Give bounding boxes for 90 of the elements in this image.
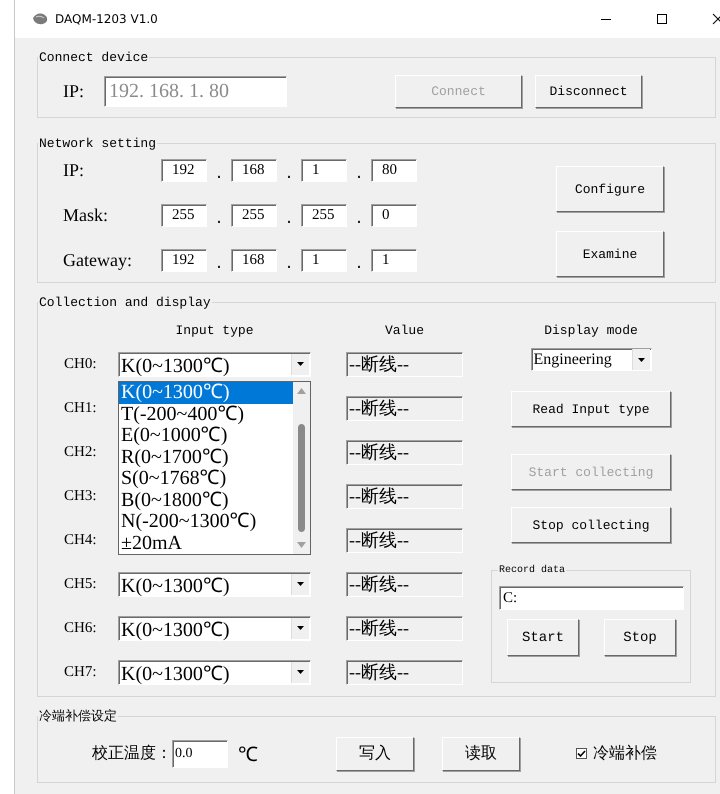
dropdown-arrow-button[interactable] <box>291 354 309 374</box>
octet-field[interactable]: 80 <box>371 158 417 182</box>
octet-field[interactable]: 168 <box>231 248 277 272</box>
input-type-dropdown[interactable]: K(0~1300℃) <box>118 352 311 376</box>
maximize-icon[interactable] <box>654 11 670 27</box>
checkbox-label: 冷端补偿 <box>593 743 657 764</box>
caret-icon <box>297 362 304 366</box>
window-title: DAQM-1203 V1.0 <box>55 12 159 26</box>
dot-separator: . <box>213 259 224 271</box>
octet-field[interactable]: 1 <box>301 158 347 182</box>
dot-separator: . <box>213 169 224 181</box>
temperature-field[interactable]: 0.0 <box>172 740 228 768</box>
dropdown-option[interactable]: T(-200~400℃) <box>119 404 293 425</box>
unit-label: ℃ <box>238 743 258 767</box>
value-field: --断线-- <box>346 484 463 508</box>
dropdown-option[interactable]: K(0~1300℃) <box>119 382 293 404</box>
channel-label: CH3: <box>63 488 98 504</box>
octet-field[interactable]: 255 <box>231 204 277 226</box>
column-header: Value <box>384 322 425 338</box>
channel-label: CH2: <box>63 444 98 460</box>
dot-separator: . <box>353 259 364 271</box>
channel-label: CH7: <box>63 664 98 680</box>
caret-icon <box>638 358 644 362</box>
caret-icon <box>297 582 304 586</box>
write-button[interactable]: 写入 <box>336 736 414 770</box>
stop-button[interactable]: Stop <box>604 619 676 656</box>
app-icon <box>31 12 49 26</box>
group-title: Record data <box>498 565 566 576</box>
column-header: Input type <box>174 322 254 338</box>
channel-label: CH1: <box>63 400 98 416</box>
dot-separator: . <box>283 259 294 271</box>
dot-separator: . <box>283 214 294 226</box>
dropdown-option[interactable]: B(0~1800℃) <box>119 490 293 511</box>
channel-label: CH4: <box>63 532 98 548</box>
dropdown-arrow-button[interactable] <box>632 349 650 370</box>
channel-label: CH5: <box>63 576 98 592</box>
value-field: --断线-- <box>346 352 463 376</box>
dropdown-option[interactable]: R(0~1700℃) <box>119 446 293 468</box>
group-title: Network setting <box>38 136 158 151</box>
dropdown-option[interactable]: E(0~1000℃) <box>119 425 293 446</box>
group-title: 冷端补偿设定 <box>38 708 118 725</box>
input-type-dropdown[interactable]: K(0~1300℃) <box>118 660 311 684</box>
ip-label: IP: <box>63 80 84 102</box>
dropdown-arrow-button[interactable] <box>291 574 309 594</box>
input-type-dropdown[interactable]: K(0~1300℃) <box>118 616 311 640</box>
dot-separator: . <box>283 169 294 181</box>
examine-button[interactable]: Examine <box>556 231 664 277</box>
read-input-type-button[interactable]: Read Input type <box>511 391 671 427</box>
octet-field[interactable]: 1 <box>371 248 417 272</box>
dropdown-option[interactable]: S(0~1768℃) <box>119 468 293 490</box>
value-field: --断线-- <box>346 528 463 552</box>
caret-icon <box>297 626 304 630</box>
dot-separator: . <box>213 214 224 226</box>
field-label: 校正温度： <box>92 743 172 764</box>
configure-button[interactable]: Configure <box>556 166 664 212</box>
octet-field[interactable]: 168 <box>231 158 277 182</box>
dropdown-option[interactable]: N(-200~1300℃) <box>119 511 293 532</box>
octet-field[interactable]: 255 <box>161 204 207 226</box>
channel-label: CH0: <box>63 356 98 372</box>
value-field: --断线-- <box>346 440 463 464</box>
value-field: --断线-- <box>346 660 463 684</box>
dropdown-arrow-button[interactable] <box>291 618 309 638</box>
field-label: IP: <box>63 160 86 180</box>
channel-label: CH6: <box>63 620 98 636</box>
field-label: Mask: <box>63 204 109 226</box>
value-field: --断线-- <box>346 572 463 596</box>
dropdown-arrow-button[interactable] <box>291 662 309 682</box>
field-label: Gateway: <box>63 250 133 270</box>
display-mode-label: Display mode <box>544 322 638 340</box>
group-title: Connect device <box>38 50 150 65</box>
start-button[interactable]: Start <box>507 619 579 656</box>
value-field: --断线-- <box>346 396 463 420</box>
disconnect-button[interactable]: Disconnect <box>535 74 642 108</box>
octet-field[interactable]: 255 <box>301 204 347 226</box>
group-title: Collection and display <box>38 295 212 310</box>
dot-separator: . <box>353 169 364 181</box>
dot-separator: . <box>353 214 364 226</box>
dropdown-option[interactable]: ±20mA <box>119 532 293 554</box>
display-mode-dropdown[interactable]: Engineering <box>530 348 652 371</box>
value-field: --断线-- <box>346 616 463 640</box>
checkbox[interactable] <box>576 748 587 759</box>
octet-field[interactable]: 1 <box>301 248 347 272</box>
input-type-dropdown[interactable]: K(0~1300℃) <box>118 572 311 596</box>
octet-field[interactable]: 192 <box>161 158 207 182</box>
octet-field[interactable]: 0 <box>371 204 417 226</box>
path-field[interactable]: C: <box>499 586 684 610</box>
stop-collecting-button[interactable]: Stop collecting <box>511 507 671 543</box>
caret-icon <box>297 670 304 674</box>
read-button[interactable]: 读取 <box>442 736 520 770</box>
octet-field[interactable]: 192 <box>161 248 207 272</box>
